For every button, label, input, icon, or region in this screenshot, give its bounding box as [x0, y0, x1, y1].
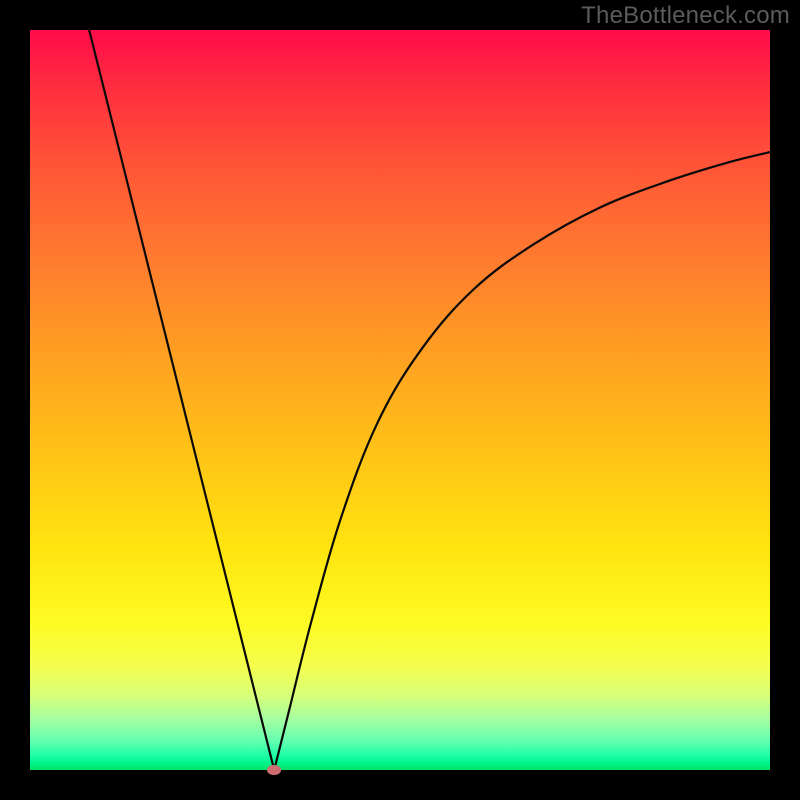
bottleneck-curve — [30, 30, 770, 770]
curve-left-branch — [89, 30, 274, 770]
chart-plot-area — [30, 30, 770, 770]
chart-frame: TheBottleneck.com — [0, 0, 800, 800]
watermark-text: TheBottleneck.com — [581, 2, 790, 30]
curve-right-branch — [274, 152, 770, 770]
bottleneck-marker — [267, 765, 281, 775]
